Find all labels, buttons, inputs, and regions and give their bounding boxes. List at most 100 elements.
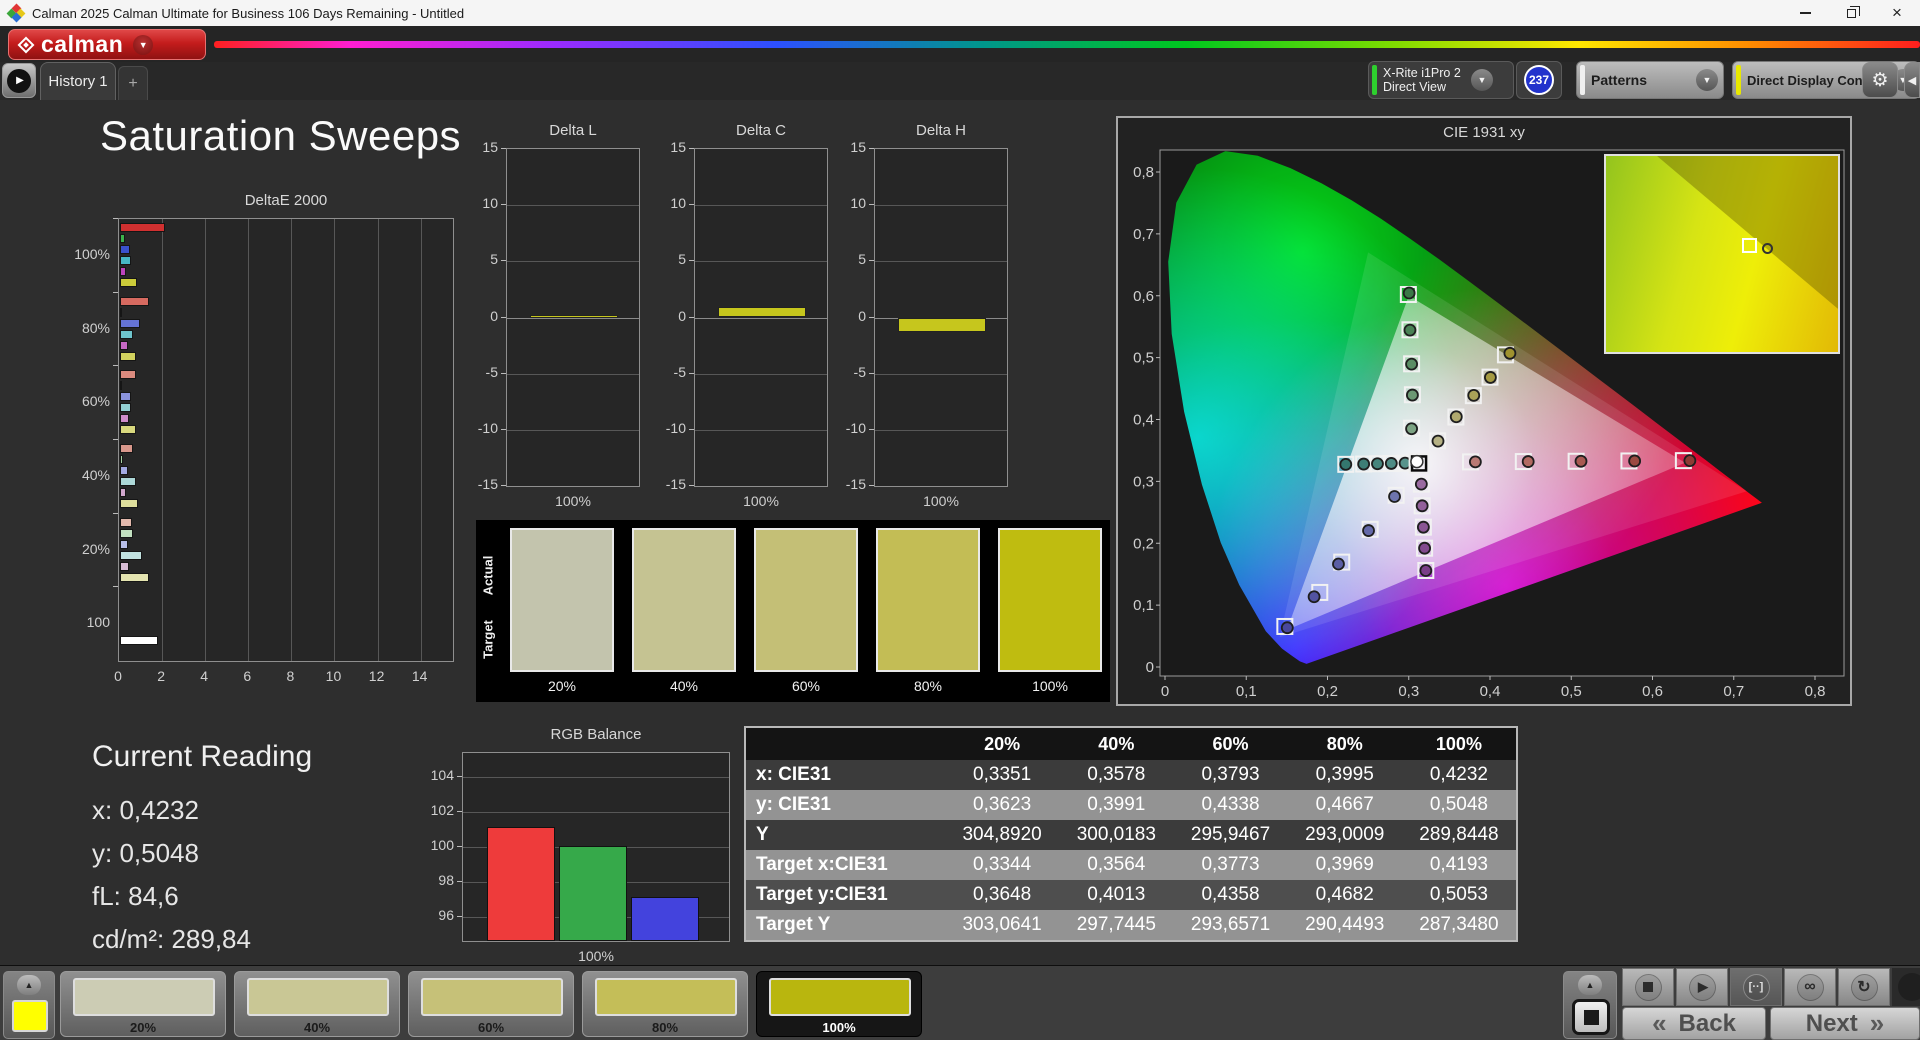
repeat-button[interactable]: ↻ [1838,968,1890,1006]
tab-bar: ▶ History 1 + X-Rite i1Pro 2 Direct View… [0,61,1920,100]
pattern-tile[interactable]: 100% [756,971,922,1037]
infinity-icon: ∞ [1796,973,1824,1001]
pattern-bar-endcap [1892,968,1920,1006]
calman-window: Calman 2025 Calman Ultimate for Business… [0,0,1920,1040]
meter-count-badge[interactable]: 237 [1524,65,1554,95]
close-button[interactable]: × [1874,0,1920,26]
expand-up-button[interactable]: ▲ [17,975,41,995]
color-swatch [632,528,736,672]
chevron-down-icon[interactable]: ▼ [133,34,154,55]
meter-mode: Direct View [1383,80,1446,94]
back-button[interactable]: « Back [1622,1007,1766,1040]
table-column-header: 40% [1098,733,1135,754]
gear-icon: ⚙ [1871,69,1889,91]
minimize-button[interactable] [1782,0,1828,26]
tab-history-1[interactable]: History 1 [40,62,116,100]
svg-text:0,4: 0,4 [1480,683,1501,700]
workflow-nav-button[interactable]: ▶ [2,63,36,98]
cie-zoom-inset [1604,154,1840,354]
color-swatch [510,528,614,672]
swatch-label: 60% [791,678,821,694]
svg-text:0,2: 0,2 [1317,683,1338,700]
window-title: Calman 2025 Calman Ultimate for Business… [32,5,465,21]
svg-text:0,3: 0,3 [1133,473,1154,490]
target-row-label: Target [480,620,496,659]
cie-1931-panel: CIE 1931 xy 0 0 0,1 0,1 0,2 0,2 0,3 0,3 0,4 0,4 0,… [1116,116,1852,706]
rainbow-spectrum-bar [214,41,1920,48]
pattern-tile[interactable]: 60% [408,971,574,1037]
current-pattern-swatch[interactable] [12,1000,48,1032]
table-row: Target y:CIE31 0,3648 0,4013 0,4358 0,4682 0,… [746,880,1516,910]
next-button[interactable]: Next » [1770,1007,1920,1040]
rgb-balance-chart: RGB Balance 96 98 100 102 104 100% [410,726,740,976]
swatch-label: 80% [913,678,943,694]
pattern-tile[interactable]: 20% [60,971,226,1037]
actual-target-swatch-panel: Actual Target 20% 40% 60% 80% 100% [476,520,1110,702]
step-measure-icon: [··] [1742,973,1770,1001]
svg-text:0,4: 0,4 [1133,412,1154,429]
svg-text:0,1: 0,1 [1236,683,1257,700]
patterns-label: Patterns [1591,72,1648,88]
delta-c-chart: Delta C 15 10 5 0 -5 -10 -15 100% [648,118,834,518]
color-swatch [754,528,858,672]
add-tab-button[interactable]: + [118,66,148,100]
chevron-right-icon: » [1869,1008,1885,1038]
display-control-accent [1736,65,1741,95]
stop-icon [1643,982,1653,992]
svg-text:0,2: 0,2 [1133,535,1154,552]
svg-text:0,7: 0,7 [1723,683,1744,700]
calman-diamond-icon [17,36,35,54]
pattern-window-button[interactable] [1572,999,1610,1035]
table-column-header: 80% [1326,733,1363,754]
chevron-down-icon[interactable]: ▼ [1696,69,1718,91]
deltae2000-chart: DeltaE 2000 0 2 4 6 8 10 12 14 100% 80% 60% 40% 20% 10… [60,192,480,702]
svg-text:0,1: 0,1 [1133,597,1154,614]
restore-button[interactable] [1828,0,1874,26]
patterns-dropdown[interactable]: Patterns ▼ [1576,61,1724,99]
stop-button[interactable] [1622,968,1674,1006]
delta-h-chart: Delta H 15 10 5 0 -5 -10 -15 100% [828,118,1014,518]
brand-bar: calman ▼ [0,26,1920,62]
svg-text:0,6: 0,6 [1133,288,1154,305]
swatch-label: 40% [669,678,699,694]
step-measure-button[interactable]: [··] [1730,968,1782,1006]
swatch-label: 20% [547,678,577,694]
play-button[interactable]: ▶ [1676,968,1728,1006]
color-swatch [876,528,980,672]
table-row: Y 304,8920 300,0183 295,9467 293,0009 289,844… [746,820,1516,850]
back-label: Back [1678,1009,1736,1037]
play-icon: ▶ [1688,973,1716,1001]
patterns-accent [1580,65,1585,95]
inset-target-square [1741,238,1757,253]
table-column-header: 60% [1212,733,1249,754]
svg-text:0: 0 [1146,659,1154,676]
meter-count-container: 237 [1516,61,1562,99]
calman-menu-button[interactable]: calman ▼ [8,29,206,60]
pattern-tile[interactable]: 80% [582,971,748,1037]
table-column-header: 20% [984,733,1021,754]
table-row: x: CIE31 0,3351 0,3578 0,3793 0,3995 0,4232 [746,760,1516,790]
svg-text:0,6: 0,6 [1642,683,1663,700]
settings-button[interactable]: ⚙ [1862,62,1898,98]
pattern-source-tile: ▲ [3,971,55,1039]
title-bar: Calman 2025 Calman Ultimate for Business… [0,0,1920,26]
table-row: Target Y 303,0641 297,7445 293,6571 290,4493… [746,910,1516,940]
chevron-left-icon: « [1652,1008,1667,1038]
meter-dropdown[interactable]: X-Rite i1Pro 2 Direct View ▼ [1368,61,1514,99]
current-reading-title: Current Reading [92,740,313,773]
swatch-label: 100% [1032,678,1068,694]
up-arrow-icon: ▲ [24,980,34,990]
pattern-window-tile: ▲ [1563,971,1617,1039]
continuous-measure-button[interactable]: ∞ [1784,968,1836,1006]
pattern-tile[interactable]: 40% [234,971,400,1037]
page-title: Saturation Sweeps [100,112,462,159]
svg-text:0: 0 [1161,683,1169,700]
collapse-toolbar-button[interactable]: ◀ [1904,62,1920,98]
expand-up-button[interactable]: ▲ [1578,975,1602,995]
svg-text:0,5: 0,5 [1561,683,1582,700]
meter-name: X-Rite i1Pro 2 [1383,66,1461,80]
actual-row-label: Actual [480,555,496,596]
svg-text:0,3: 0,3 [1398,683,1419,700]
table-column-header: 100% [1435,733,1482,754]
chevron-down-icon[interactable]: ▼ [1471,69,1493,91]
